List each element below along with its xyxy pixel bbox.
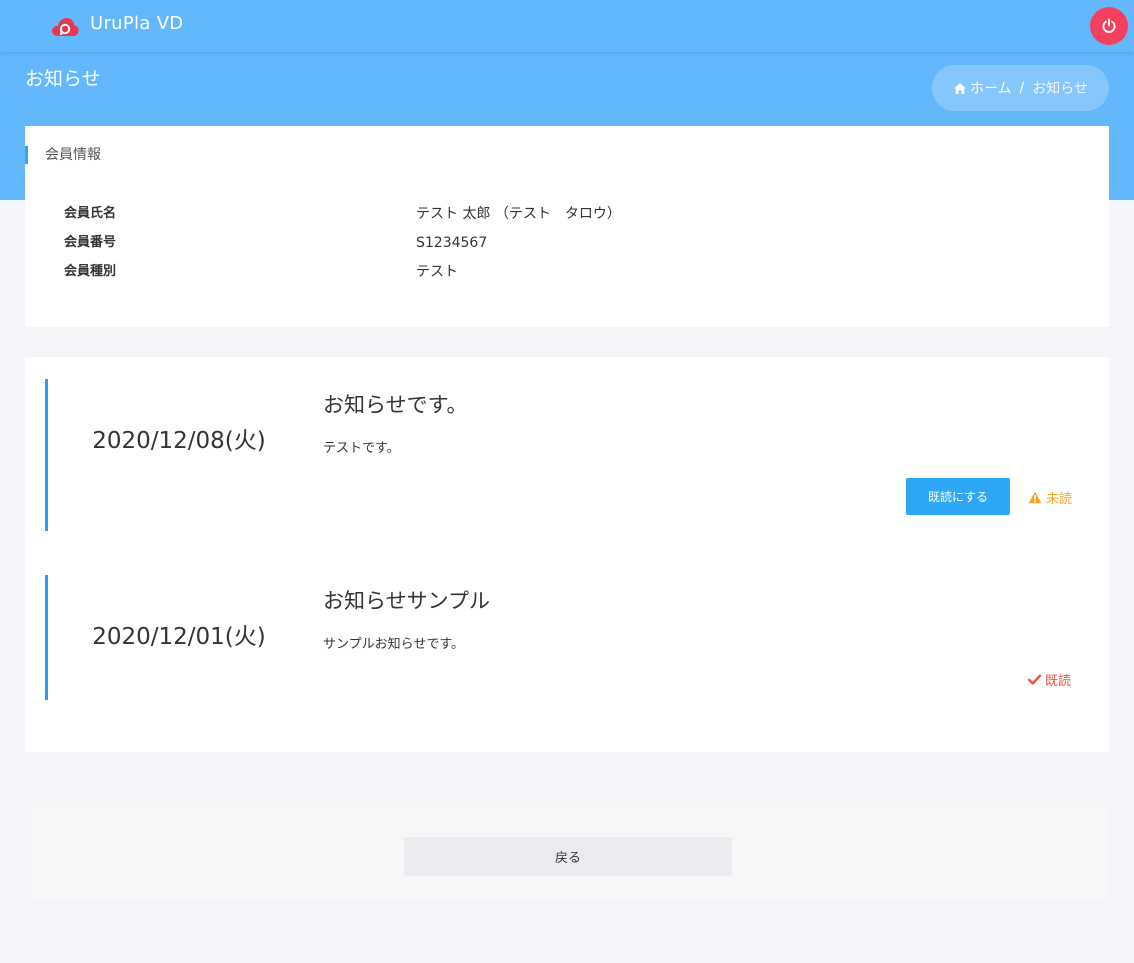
news-title[interactable]: お知らせです。 xyxy=(323,389,467,419)
back-button[interactable]: 戻る xyxy=(404,837,732,876)
news-item: 2020/12/08(火) お知らせです。 テストです。 既読にする 未読 xyxy=(45,379,1089,531)
news-title[interactable]: お知らせサンプル xyxy=(323,585,490,615)
breadcrumb-home-link[interactable]: ホーム xyxy=(953,78,1012,98)
breadcrumb-separator: / xyxy=(1019,80,1025,96)
member-name-label: 会員氏名 xyxy=(64,206,117,221)
mark-as-read-button[interactable]: 既読にする xyxy=(906,478,1010,515)
member-number-value: S1234567 xyxy=(416,235,488,251)
member-type-label: 会員種別 xyxy=(64,264,117,279)
footer-actions: 戻る xyxy=(25,802,1109,899)
top-navbar: UruPla VD xyxy=(0,0,1134,52)
card-title: 会員情報 xyxy=(25,146,101,164)
unread-status-label: 未読 xyxy=(1046,492,1073,507)
member-name-value: テスト 太郎 （テスト タロウ） xyxy=(416,206,621,222)
page-title: お知らせ xyxy=(25,68,101,90)
member-info-card: 会員情報 会員氏名 テスト 太郎 （テスト タロウ） 会員番号 S1234567… xyxy=(25,126,1109,327)
unread-status: 未読 xyxy=(1028,488,1072,507)
breadcrumb: ホーム / お知らせ xyxy=(932,65,1109,111)
breadcrumb-home-label[interactable]: ホーム xyxy=(970,78,1012,98)
home-icon xyxy=(953,82,966,94)
breadcrumb-current: お知らせ xyxy=(1032,81,1089,97)
cloud-logo-icon[interactable] xyxy=(50,14,80,40)
member-number-label: 会員番号 xyxy=(64,235,117,250)
member-type-value: テスト xyxy=(416,264,458,280)
warning-icon xyxy=(1028,491,1042,504)
brand-name[interactable]: UruPla VD xyxy=(90,13,183,34)
logout-button[interactable] xyxy=(1090,7,1128,45)
news-body: サンプルお知らせです。 xyxy=(323,637,465,652)
news-date: 2020/12/01(火) xyxy=(92,624,266,650)
news-list-card: 2020/12/08(火) お知らせです。 テストです。 既読にする 未読 20… xyxy=(25,357,1109,752)
power-icon xyxy=(1102,18,1116,33)
read-status-label: 既読 xyxy=(1045,674,1072,689)
check-icon xyxy=(1028,674,1041,685)
news-item: 2020/12/01(火) お知らせサンプル サンプルお知らせです。 既読 xyxy=(45,575,1089,700)
news-accent-bar xyxy=(45,379,48,531)
news-body: テストです。 xyxy=(323,441,400,456)
news-date: 2020/12/08(火) xyxy=(92,428,266,454)
read-status: 既読 xyxy=(1028,670,1071,689)
